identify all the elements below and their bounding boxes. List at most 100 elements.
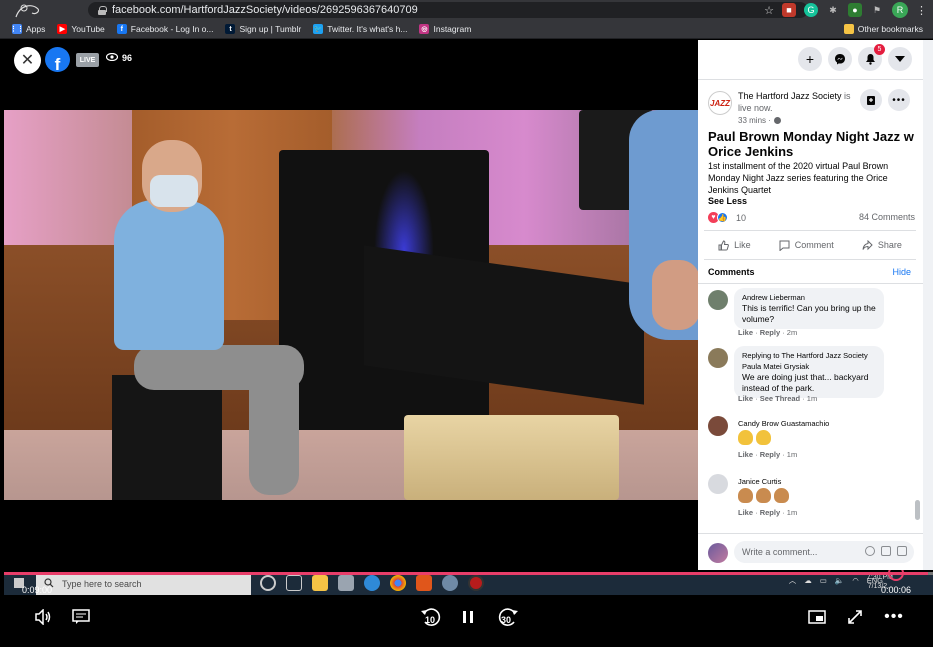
- comments-scrollbar[interactable]: [915, 500, 920, 520]
- comment-age: 1m: [786, 508, 798, 517]
- comments-heading: Comments: [708, 267, 755, 277]
- task-view-icon: [286, 575, 302, 591]
- comment-like-link[interactable]: Like: [738, 508, 753, 517]
- battery-icon: ▭: [819, 576, 827, 585]
- notifications-button[interactable]: 5: [858, 44, 885, 71]
- post-description: 1st installment of the 2020 virtual Paul…: [708, 161, 889, 195]
- bookmark-label: Instagram: [433, 24, 472, 34]
- comment-label: Comment: [794, 240, 834, 250]
- video-progress-bar[interactable]: [4, 572, 933, 575]
- extension-puzzle-icon[interactable]: ✱: [826, 3, 840, 17]
- close-button[interactable]: ✕: [14, 47, 41, 74]
- post-header-text: The Hartford Jazz Society is live now.: [738, 90, 858, 114]
- emoji-icon[interactable]: [865, 546, 875, 556]
- sticker-icon[interactable]: [897, 546, 907, 556]
- bookmark-item[interactable]: ◎ Instagram: [419, 24, 471, 34]
- comment-meta: Like · Reply · 1m: [738, 508, 798, 517]
- menu-dots-icon[interactable]: ⋮: [916, 4, 927, 17]
- comment-author[interactable]: Andrew Lieberman: [742, 292, 876, 303]
- lock-icon: [98, 5, 107, 15]
- bookmark-item[interactable]: ⋮⋮ Apps: [10, 24, 45, 34]
- video-frame[interactable]: [4, 110, 698, 500]
- comment-button[interactable]: Comment: [779, 240, 834, 251]
- like-button[interactable]: Like: [718, 239, 751, 251]
- page-avatar[interactable]: JAZZ: [708, 91, 732, 115]
- other-bookmarks[interactable]: Other bookmarks: [843, 24, 923, 34]
- comment-author[interactable]: Paula Matei Grysiak: [742, 361, 876, 372]
- captions-button[interactable]: [70, 606, 92, 628]
- profile-avatar[interactable]: R: [892, 2, 908, 18]
- comment-like-link[interactable]: Like: [738, 394, 753, 403]
- commenter-avatar[interactable]: [708, 290, 728, 310]
- skip-forward-button[interactable]: 30: [495, 606, 521, 628]
- comment-input-tools: [865, 546, 907, 556]
- messenger-button[interactable]: [828, 47, 852, 71]
- comment-reply-link[interactable]: Reply: [760, 328, 780, 337]
- bookmark-item[interactable]: ▶ YouTube: [57, 24, 105, 34]
- plus-icon: +: [805, 51, 815, 67]
- divider: [698, 283, 923, 284]
- clapping-hands-emoji: [756, 430, 771, 445]
- skip-back-button[interactable]: 10: [418, 606, 444, 628]
- page-name-link[interactable]: The Hartford Jazz Society: [738, 91, 842, 101]
- share-button[interactable]: Share: [862, 239, 902, 251]
- comment-like-link[interactable]: Like: [738, 328, 753, 337]
- write-comment-bar: Write a comment...: [698, 533, 923, 570]
- comment-author[interactable]: Janice Curtis: [738, 476, 781, 487]
- extension-flag-icon[interactable]: ⚑: [870, 3, 884, 17]
- skip-back-label: 10: [425, 615, 436, 625]
- comment-emoji-row: [738, 430, 774, 450]
- video-player[interactable]: [0, 40, 698, 570]
- commenter-avatar[interactable]: [708, 348, 728, 368]
- see-less-link[interactable]: See Less: [708, 196, 747, 206]
- volume-icon: 🔈: [834, 576, 845, 585]
- cortana-icon: [260, 575, 276, 591]
- address-bar[interactable]: facebook.com/HartfordJazzSociety/videos/…: [88, 2, 808, 18]
- extension-green-icon[interactable]: ●: [848, 3, 862, 17]
- reactions-summary[interactable]: ♥ 👍 10: [708, 212, 746, 223]
- comment-reply-link[interactable]: Reply: [760, 450, 780, 459]
- share-icon: [862, 239, 873, 250]
- comment-text: This is terrific! Can you bring up the v…: [742, 303, 876, 324]
- post-options-button[interactable]: •••: [888, 89, 910, 111]
- reply-context[interactable]: Replying to The Hartford Jazz Society: [742, 350, 876, 361]
- post-time-text[interactable]: 33 mins ·: [738, 116, 771, 125]
- comment-author[interactable]: Candy Brow Guastamachio: [738, 418, 829, 429]
- comment-count[interactable]: 84 Comments: [859, 212, 915, 222]
- comment-like-link[interactable]: Like: [738, 450, 753, 459]
- facebook-logo[interactable]: f: [45, 47, 70, 72]
- account-icon[interactable]: [10, 1, 50, 19]
- comment-reply-link[interactable]: Reply: [760, 508, 780, 517]
- picture-in-picture-button[interactable]: [806, 606, 828, 628]
- bookmark-item[interactable]: t Sign up | Tumblr: [225, 24, 301, 34]
- see-thread-link[interactable]: See Thread: [760, 394, 800, 403]
- bookmark-item[interactable]: f Facebook - Log In o...: [116, 24, 213, 34]
- comment-text: We are doing just that... backyard inste…: [742, 372, 869, 393]
- gif-icon[interactable]: [881, 546, 891, 556]
- fullscreen-button[interactable]: [844, 606, 866, 628]
- chrome-icon: [390, 575, 406, 591]
- clapping-hands-emoji: [738, 488, 753, 503]
- time-elapsed: 0:09:00: [22, 585, 53, 595]
- comment-age: 1m: [786, 450, 798, 459]
- bookmark-icon: ▶: [57, 24, 68, 34]
- extension-red-icon[interactable]: ■: [782, 3, 796, 17]
- bookmark-icon: ⋮⋮: [10, 24, 24, 34]
- bookmark-item[interactable]: 🐦 Twitter. It's what's h...: [313, 24, 407, 34]
- commenter-avatar[interactable]: [708, 474, 728, 494]
- more-options-button[interactable]: •••: [883, 606, 905, 628]
- grammarly-icon[interactable]: G: [804, 3, 818, 17]
- taskbar-search: Type here to search: [36, 572, 251, 595]
- taskbar-search-text: Type here to search: [62, 578, 142, 589]
- pause-button[interactable]: [457, 606, 479, 628]
- bookmark-icon: [867, 95, 875, 105]
- hide-comments-link[interactable]: Hide: [892, 267, 911, 277]
- reaction-count: 10: [736, 212, 747, 223]
- save-post-button[interactable]: [860, 89, 882, 111]
- volume-button[interactable]: [32, 606, 54, 628]
- star-icon[interactable]: ☆: [764, 4, 774, 17]
- create-button[interactable]: +: [798, 47, 822, 71]
- like-reaction-icon: 👍: [717, 212, 728, 223]
- account-menu-button[interactable]: [888, 47, 912, 71]
- commenter-avatar[interactable]: [708, 416, 728, 436]
